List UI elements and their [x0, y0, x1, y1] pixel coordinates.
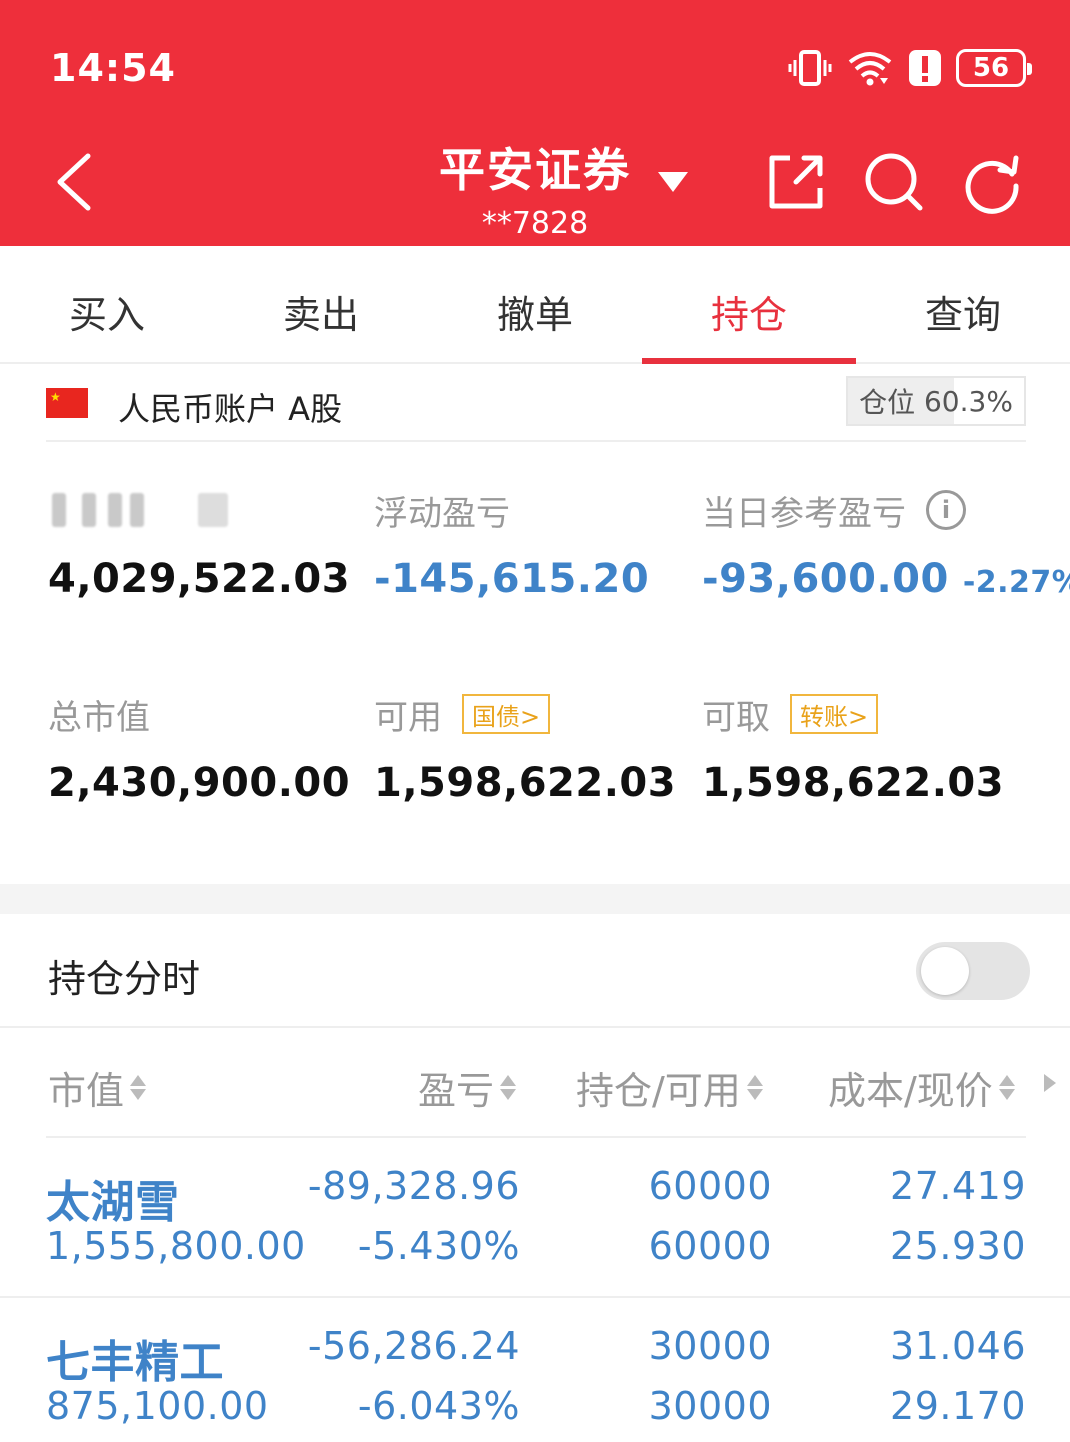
status-time: 14:54	[50, 46, 176, 90]
sort-icon	[746, 1075, 763, 1100]
stock-market-value: 1,555,800.00	[46, 1224, 306, 1268]
stock-available: 60000	[648, 1224, 772, 1268]
table-row[interactable]: 七丰精工 875,100.00 -56,286.24 -6.043% 30000…	[0, 1300, 1070, 1442]
transfer-tag[interactable]: 转账>	[790, 694, 879, 734]
refresh-icon[interactable]	[960, 150, 1024, 214]
intraday-toggle-row: 持仓分时	[0, 914, 1070, 1028]
alert-icon	[909, 50, 941, 86]
stock-holding: 30000	[648, 1324, 772, 1368]
floating-pl-label: 浮动盈亏	[374, 493, 510, 534]
col-pl-label: 盈亏	[418, 1069, 495, 1113]
market-value: 2,430,900.00	[48, 760, 351, 806]
row-divider	[0, 1296, 1070, 1298]
position-ratio-badge: 仓位 60.3%	[846, 376, 1026, 426]
withdrawable-label: 可取	[702, 697, 770, 738]
withdrawable-cell: 可取 转账> 1,598,622.03	[702, 690, 1004, 806]
daily-pl-cell: 当日参考盈亏 i -93,600.00 -2.27%	[702, 486, 1070, 602]
tab-holdings[interactable]: 持仓	[642, 246, 856, 364]
stock-market-value: 875,100.00	[46, 1384, 269, 1428]
sort-icon	[998, 1075, 1015, 1100]
section-divider	[0, 884, 1070, 914]
stock-holding: 60000	[648, 1164, 772, 1208]
stock-cost: 27.419	[890, 1164, 1026, 1208]
sort-icon	[500, 1075, 517, 1100]
tab-query[interactable]: 查询	[856, 246, 1070, 362]
stock-pl-percent: -6.043%	[357, 1384, 520, 1428]
stock-available: 30000	[648, 1384, 772, 1428]
stock-name: 太湖雪	[46, 1177, 180, 1228]
floating-pl-cell: 浮动盈亏 -145,615.20	[374, 486, 650, 603]
available-label: 可用	[374, 697, 442, 738]
trade-tabs: 买入 卖出 撤单 持仓 查询	[0, 246, 1070, 364]
available-value: 1,598,622.03	[374, 760, 677, 806]
wifi-icon	[848, 52, 892, 86]
intraday-label: 持仓分时	[48, 957, 201, 1001]
daily-pl-value: -93,600.00	[702, 556, 949, 602]
account-number: **7828	[481, 206, 589, 241]
position-value: 60.3%	[923, 384, 1013, 418]
available-cell: 可用 国债> 1,598,622.03	[374, 690, 676, 806]
header-divider	[46, 1136, 1026, 1138]
daily-pl-label: 当日参考盈亏	[702, 493, 906, 534]
back-icon[interactable]	[50, 150, 100, 214]
status-icons: 56	[788, 48, 1032, 88]
scroll-right-icon[interactable]	[1044, 1074, 1056, 1092]
account-row: 人民币账户 A股 仓位 60.3%	[46, 372, 1026, 442]
sort-icon	[130, 1075, 147, 1100]
broker-title: 平安证券	[439, 143, 631, 197]
market-value-label: 总市值	[48, 697, 150, 738]
col-holding-label: 持仓/可用	[576, 1069, 741, 1113]
account-type-label: 人民币账户 A股	[118, 390, 343, 428]
battery-icon: 56	[956, 49, 1032, 87]
info-icon[interactable]: i	[926, 490, 966, 530]
tab-cancel-order[interactable]: 撤单	[428, 246, 642, 362]
app-header: 14:54 56 平安证券 **7828	[0, 0, 1070, 246]
broker-selector[interactable]: 平安证券 **7828	[400, 134, 670, 241]
col-market-value[interactable]: 市值	[48, 1060, 147, 1115]
vibrate-icon	[788, 50, 832, 86]
tab-sell[interactable]: 卖出	[214, 246, 428, 362]
withdrawable-value: 1,598,622.03	[702, 760, 1005, 806]
stock-price: 25.930	[890, 1224, 1026, 1268]
table-row[interactable]: 太湖雪 1,555,800.00 -89,328.96 -5.430% 6000…	[0, 1140, 1070, 1298]
col-holding-available[interactable]: 持仓/可用	[576, 1060, 763, 1115]
col-market-value-label: 市值	[48, 1069, 125, 1113]
holdings-table-header: 市值 盈亏 持仓/可用 成本/现价	[0, 1030, 1070, 1138]
stock-pl: -89,328.96	[307, 1164, 520, 1208]
search-icon[interactable]	[862, 150, 926, 214]
stock-pl-percent: -5.430%	[357, 1224, 520, 1268]
total-assets-label-masked	[48, 486, 350, 534]
stock-cost: 31.046	[890, 1324, 1026, 1368]
treasury-bond-tag[interactable]: 国债>	[462, 694, 551, 734]
col-pl[interactable]: 盈亏	[418, 1060, 517, 1115]
position-label: 仓位	[859, 386, 916, 419]
share-icon[interactable]	[764, 150, 828, 214]
stock-name: 七丰精工	[46, 1337, 224, 1388]
col-cost-price[interactable]: 成本/现价	[828, 1060, 1015, 1115]
total-assets-cell: 4,029,522.03	[48, 486, 350, 602]
stock-price: 29.170	[890, 1384, 1026, 1428]
intraday-toggle[interactable]	[916, 942, 1030, 1000]
daily-pl-percent: -2.27%	[962, 565, 1070, 600]
market-value-cell: 总市值 2,430,900.00	[48, 690, 351, 807]
china-flag-icon	[46, 388, 88, 418]
col-cost-label: 成本/现价	[828, 1069, 993, 1113]
floating-pl-value: -145,615.20	[374, 556, 650, 602]
tab-buy[interactable]: 买入	[0, 246, 214, 362]
stock-pl: -56,286.24	[307, 1324, 520, 1368]
dropdown-caret-icon[interactable]	[658, 172, 688, 192]
total-assets-value: 4,029,522.03	[48, 556, 351, 602]
